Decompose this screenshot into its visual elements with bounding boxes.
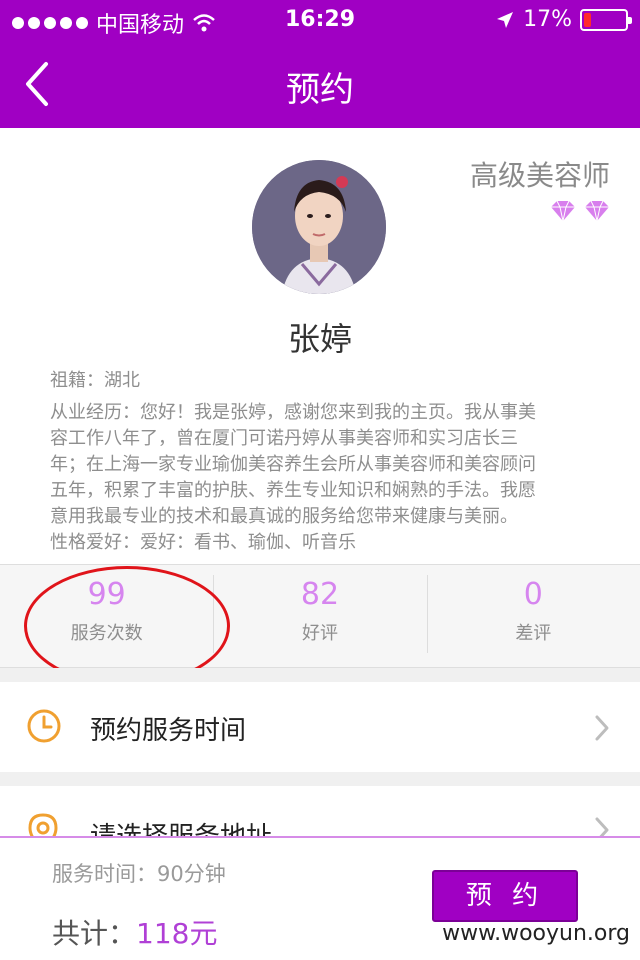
stats-bar: 99 服务次数 82 好评 0 差评	[0, 564, 640, 668]
experience-line: 从业经历：您好！我是张婷，感谢您来到我的主页。我从事美	[50, 402, 536, 423]
battery-icon	[580, 8, 632, 31]
section-divider	[0, 668, 640, 682]
battery-percent: 17%	[523, 7, 572, 32]
page-title: 预约	[286, 70, 354, 110]
experience-line: 容工作八年了，曾在厦门可诺丹婷从事美容师和实习店长三	[50, 428, 518, 449]
checkout-bar: 服务时间：90分钟 共计：118元 预 约 www.wooyun.org	[0, 836, 640, 960]
chevron-right-icon	[595, 817, 609, 836]
native-place: 祖籍：湖北	[50, 370, 140, 391]
avatar	[252, 160, 386, 294]
status-right: 17%	[495, 7, 632, 32]
diamond-icon	[551, 200, 575, 222]
battery-fill	[584, 12, 591, 27]
stat-value: 99	[87, 577, 126, 612]
diamond-icon	[585, 200, 609, 222]
stat-label: 差评	[515, 623, 552, 644]
stat-bad-reviews: 0 差评	[426, 565, 640, 667]
stat-label: 好评	[301, 623, 338, 644]
appointment-time-row[interactable]: 预约服务时间	[0, 682, 640, 772]
beautician-name: 张婷	[287, 320, 352, 358]
total-label: 共计：	[52, 917, 137, 950]
nav-bar: 预约	[0, 40, 640, 128]
service-duration: 服务时间：90分钟	[52, 862, 226, 886]
experience-line: 意用我最专业的技术和最真诚的服务给您带来健康与美丽。	[50, 506, 518, 527]
location-arrow-icon	[497, 11, 514, 28]
experience-text: 从业经历：您好！我是张婷，感谢您来到我的主页。我从事美 容工作八年了，曾在厦门可…	[50, 400, 600, 530]
stat-value: 82	[300, 577, 340, 612]
level-gems	[550, 200, 610, 222]
stat-label: 服务次数	[70, 623, 143, 644]
location-pin-icon	[28, 813, 58, 836]
service-address-label: 请选择服务地址	[90, 816, 272, 836]
status-bar: 中国移动 16:29 17%	[0, 0, 640, 40]
stat-good-reviews: 82 好评	[213, 565, 426, 667]
stat-service-count: 99 服务次数	[0, 565, 213, 667]
clock-icon	[27, 709, 61, 743]
hobbies: 性格爱好：爱好：看书、瑜伽、听音乐	[50, 532, 356, 553]
section-divider	[0, 772, 640, 786]
price-value: 118元	[136, 917, 218, 950]
stat-value: 0	[523, 577, 543, 612]
experience-line: 年；在上海一家专业瑜伽美容养生会所从事美容师和美容顾问	[50, 454, 536, 475]
profile-card: 高级美容师 张婷 祖籍：湖北 从业经历：您好！我是张婷，感谢您来到我的主页。我从…	[0, 128, 640, 564]
service-address-row[interactable]: 请选择服务地址	[0, 786, 640, 836]
watermark: www.wooyun.org	[442, 921, 630, 946]
total-price: 共计：118元	[52, 912, 217, 952]
reserve-button[interactable]: 预 约	[432, 870, 578, 922]
level-title: 高级美容师	[469, 159, 610, 192]
appointment-time-label: 预约服务时间	[90, 716, 247, 746]
experience-line: 五年，积累了丰富的护肤、养生专业知识和娴熟的手法。我愿	[50, 480, 536, 501]
chevron-right-icon	[595, 715, 609, 741]
